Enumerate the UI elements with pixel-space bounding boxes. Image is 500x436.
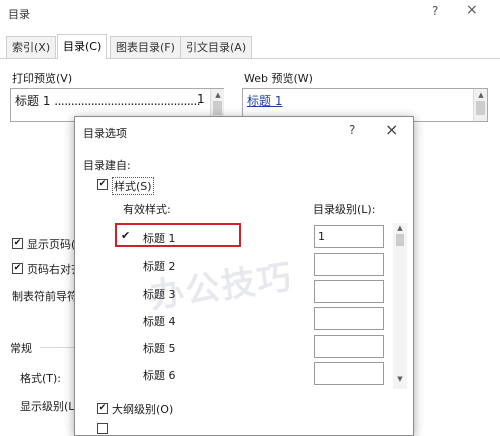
dialog-title: 目录 (8, 8, 30, 21)
show-page-numbers-label: 显示页码( (27, 238, 76, 251)
print-preview-label: 打印预览(V) (12, 72, 73, 85)
toc-level-input-4[interactable] (314, 307, 384, 330)
style-row-heading-6[interactable]: 标题 6 (143, 367, 176, 383)
toc-level-input-6[interactable] (314, 362, 384, 385)
scroll-thumb[interactable] (396, 234, 404, 246)
tab-figures[interactable]: 图表目录(F) (110, 36, 181, 58)
styles-checkbox-label: 样式(S) (112, 177, 154, 195)
print-preview-leader: ........................................… (54, 94, 201, 108)
style-row-heading-2[interactable]: 标题 2 (143, 258, 176, 274)
build-from-label: 目录建自: (83, 159, 131, 172)
help-icon[interactable]: ? (349, 123, 355, 137)
scroll-thumb[interactable] (476, 101, 485, 115)
toc-level-input-5[interactable] (314, 335, 384, 358)
options-dialog-title: 目录选项 (83, 127, 127, 140)
general-divider (40, 347, 74, 348)
style-row-heading-3[interactable]: 标题 3 (143, 286, 176, 302)
styles-list-scrollbar[interactable]: ▲ ▼ (393, 223, 407, 389)
web-preview-link[interactable]: 标题 1 (247, 92, 282, 109)
close-icon[interactable]: × (385, 120, 398, 139)
toc-level-header: 目录级别(L): (313, 203, 376, 216)
tab-citations[interactable]: 引文目录(A) (180, 36, 253, 58)
scroll-thumb[interactable] (213, 101, 222, 115)
scroll-down-arrow-icon[interactable]: ▼ (393, 375, 407, 383)
print-preview-page-number: 1 (197, 92, 205, 106)
style-row-heading-1[interactable]: 标题 1 (143, 230, 176, 246)
outline-level-label: 大纲级别(O) (112, 403, 174, 416)
help-icon[interactable]: ? (432, 4, 438, 18)
toc-level-input-1[interactable]: 1 (314, 225, 384, 248)
highlight-box (115, 223, 241, 247)
right-align-checkbox[interactable]: ✔ (12, 263, 23, 274)
toc-level-input-3[interactable] (314, 280, 384, 303)
available-styles-header: 有效样式: (123, 203, 171, 216)
tab-toc[interactable]: 目录(C) (57, 34, 108, 59)
styles-checkbox[interactable]: ✔ (97, 179, 108, 190)
scroll-up-arrow-icon[interactable]: ▲ (474, 91, 488, 99)
tab-index[interactable]: 索引(X) (6, 36, 57, 58)
web-preview-label: Web 预览(W) (244, 72, 313, 85)
close-icon[interactable]: × (466, 2, 478, 18)
outline-level-checkbox[interactable]: ✔ (97, 403, 108, 414)
toc-level-input-2[interactable] (314, 253, 384, 276)
partial-checkbox[interactable] (97, 423, 108, 434)
print-preview-heading: 标题 1 (15, 94, 51, 108)
show-levels-label: 显示级别(L) (20, 400, 79, 413)
checkmark-icon: ✔ (121, 229, 131, 242)
toc-options-dialog: 目录选项 ? × 目录建自: ✔ 样式(S) 有效样式: 目录级别(L): 办公… (74, 116, 414, 436)
web-preview-scrollbar[interactable]: ▲ (473, 89, 487, 121)
style-row-heading-5[interactable]: 标题 5 (143, 340, 176, 356)
show-page-numbers-checkbox[interactable]: ✔ (12, 238, 23, 249)
format-label: 格式(T): (20, 372, 62, 385)
tab-leader-label: 制表符前导符 (12, 290, 78, 303)
scroll-up-arrow-icon[interactable]: ▲ (211, 91, 225, 99)
scroll-up-arrow-icon[interactable]: ▲ (393, 224, 407, 232)
general-heading: 常规 (10, 342, 32, 355)
style-row-heading-4[interactable]: 标题 4 (143, 313, 176, 329)
